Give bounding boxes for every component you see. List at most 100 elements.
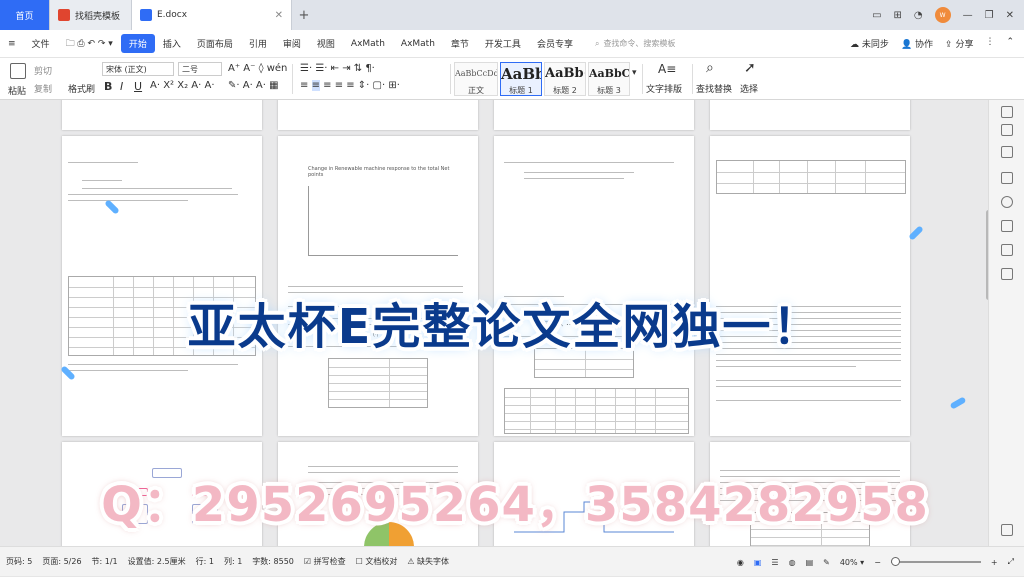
page-thumbnail[interactable] [710,136,910,436]
align-icons[interactable]: ≡ ≡ ≡ ≡ ≡ ⇕· ▢· ⊞· [300,80,400,91]
view-web-icon[interactable]: ◍ [789,558,796,567]
page-thumbnail[interactable]: Change in Renewable machine response to … [278,136,478,436]
sidebar-collapse-icon[interactable] [1001,106,1013,118]
eye-icon[interactable]: ◉ [737,558,744,567]
sidebar-select-icon[interactable] [1001,146,1013,158]
tab-bar: 首页 找稻壳模板 E.docx ✕ + ▭ ⊞ ◔ W — ❐ ✕ [0,0,1024,30]
menu-item-member[interactable]: 会员专享 [529,37,581,50]
sidebar-more-icon[interactable] [1001,524,1013,536]
close-window-icon[interactable]: ✕ [1006,10,1014,21]
select-button[interactable]: 选择 [740,82,758,95]
menu-item-axmath-1[interactable]: AxMath [343,39,393,49]
view-print-icon[interactable]: ▣ [754,558,762,567]
avatar[interactable]: W [934,7,951,23]
bell-icon[interactable]: ◔ [914,10,923,21]
menu-item-dev-tools[interactable]: 开发工具 [477,37,529,50]
styles-more-icon[interactable]: ▾ [632,68,637,78]
page-thumbnail[interactable] [62,100,262,130]
page-thumbnail[interactable] [494,100,694,130]
style-heading2-sample: AaBb( [545,66,585,81]
font-size-select[interactable]: 二号 [178,62,222,76]
collab-button[interactable]: 👤 协作 [901,37,933,50]
sidebar-style-icon[interactable] [1001,124,1013,136]
proof-button[interactable]: ☐ 文档校对 [356,556,398,567]
restore-icon[interactable]: ❐ [985,10,994,21]
page-thumbnail[interactable] [278,100,478,130]
page-thumbnail[interactable] [710,100,910,130]
tab-home[interactable]: 首页 [0,0,50,30]
new-tab-button[interactable]: + [292,0,316,30]
underline-button[interactable]: U [134,80,142,93]
missing-font-label: 缺失字体 [417,557,450,566]
font-color-icons[interactable]: A⁺ A⁻ ◊ wén [228,63,287,74]
format-painter-button[interactable]: 格式刷 [68,82,95,95]
chart-frame [308,186,458,256]
share-button[interactable]: ⇪ 分享 [945,37,973,50]
menu-item-insert[interactable]: 插入 [155,37,189,50]
spell-check-button[interactable]: ☑ 拼写检查 [304,556,346,567]
menu-item-axmath-2[interactable]: AxMath [393,39,443,49]
missing-font-button[interactable]: ⚠ 缺失字体 [407,556,449,567]
grid-icon[interactable]: ⊞ [894,10,902,21]
menu-item-reference[interactable]: 引用 [241,37,275,50]
sidebar-library-icon[interactable] [1001,268,1013,280]
collab-label: 协作 [915,40,934,50]
tab-document[interactable]: E.docx ✕ [132,0,292,30]
minimize-icon[interactable]: — [963,10,973,21]
copy-button[interactable]: 复制 [34,82,52,95]
zoom-in-icon[interactable]: + [991,558,998,567]
font-name-select[interactable]: 宋体 (正文) [102,62,174,76]
page-thumbnail[interactable] [62,136,262,436]
menu-item-layout[interactable]: 页面布局 [189,37,241,50]
close-icon[interactable]: ✕ [275,10,283,21]
tab-templates[interactable]: 找稻壳模板 [50,0,132,30]
status-pages[interactable]: 页面: 5/26 [42,556,81,567]
sidebar-nav-icon[interactable] [1001,220,1013,232]
menu-item-review[interactable]: 审阅 [275,37,309,50]
paste-icon[interactable] [10,63,26,79]
more-icon[interactable]: ⋮ [985,37,994,50]
cut-button[interactable]: 剪切 [34,64,52,77]
style-heading2-name: 标题 2 [553,86,577,95]
menu-item-chapter[interactable]: 章节 [443,37,477,50]
zoom-select[interactable]: 40% ▾ [840,558,864,567]
promo-title: 亚太杯E完整论文全网独一！ [187,299,823,355]
zoom-out-icon[interactable]: − [874,558,881,567]
style-heading2[interactable]: AaBb( 标题 2 [544,62,586,96]
view-outline-icon[interactable]: ☰ [771,558,778,567]
style-normal-name: 正文 [468,86,484,95]
command-search[interactable]: ⌕ 查找命令、搜索模板 [595,38,705,49]
view-read-icon[interactable]: ▤ [806,558,814,567]
paste-button[interactable]: 粘贴 [8,84,26,97]
font-effects-icons[interactable]: A· X² X₂ A· A· [150,80,215,91]
menu-right-actions: ☁ 未同步 👤 协作 ⇪ 分享 ⋮ ⌃ [850,37,1024,50]
menu-item-start[interactable]: 开始 [120,34,155,53]
sidebar-location-icon[interactable] [1001,244,1013,256]
view-focus-icon[interactable]: ✎ [823,558,830,567]
document-workspace[interactable]: Change in Renewable machine response to … [0,100,988,546]
sidebar-settings-icon[interactable] [1001,172,1013,184]
hamburger-icon[interactable]: ≡ [0,39,24,49]
zoom-knob[interactable] [890,557,900,566]
text-layout-button[interactable]: 文字排版 [646,82,682,95]
style-heading3[interactable]: AaBbC( 标题 3 [588,62,630,96]
style-heading1[interactable]: AaBb 标题 1 [500,62,542,96]
style-normal[interactable]: AaBbCcDd 正文 [454,62,498,96]
sync-button[interactable]: ☁ 未同步 [850,37,889,50]
menu-item-view[interactable]: 视图 [309,37,343,50]
fullscreen-icon[interactable]: ⤢ [1008,557,1014,567]
bold-button[interactable]: B [104,80,112,93]
menu-file[interactable]: 文件 [24,37,58,50]
list-icons[interactable]: ☰· ☰· ⇤ ⇥ ⇅ ¶· [300,63,375,74]
layout-icon[interactable]: ▭ [872,10,881,21]
collapse-icon[interactable]: ⌃ [1006,37,1014,50]
zoom-slider[interactable] [890,557,981,566]
sync-label: 未同步 [861,40,889,50]
highlight-icons[interactable]: ✎· A· A· ▦ [228,80,279,91]
status-words[interactable]: 字数: 8550 [252,556,294,567]
find-replace-button[interactable]: 查找替换 [696,82,732,95]
sidebar-help-icon[interactable] [1001,196,1013,208]
italic-button[interactable]: I [120,80,123,93]
quick-access-icons[interactable]: 🗀 ⎙ ↶ ↷ ▾ [58,36,121,52]
page-thumbnail[interactable]: D = Σ ( ... ) [494,136,694,436]
